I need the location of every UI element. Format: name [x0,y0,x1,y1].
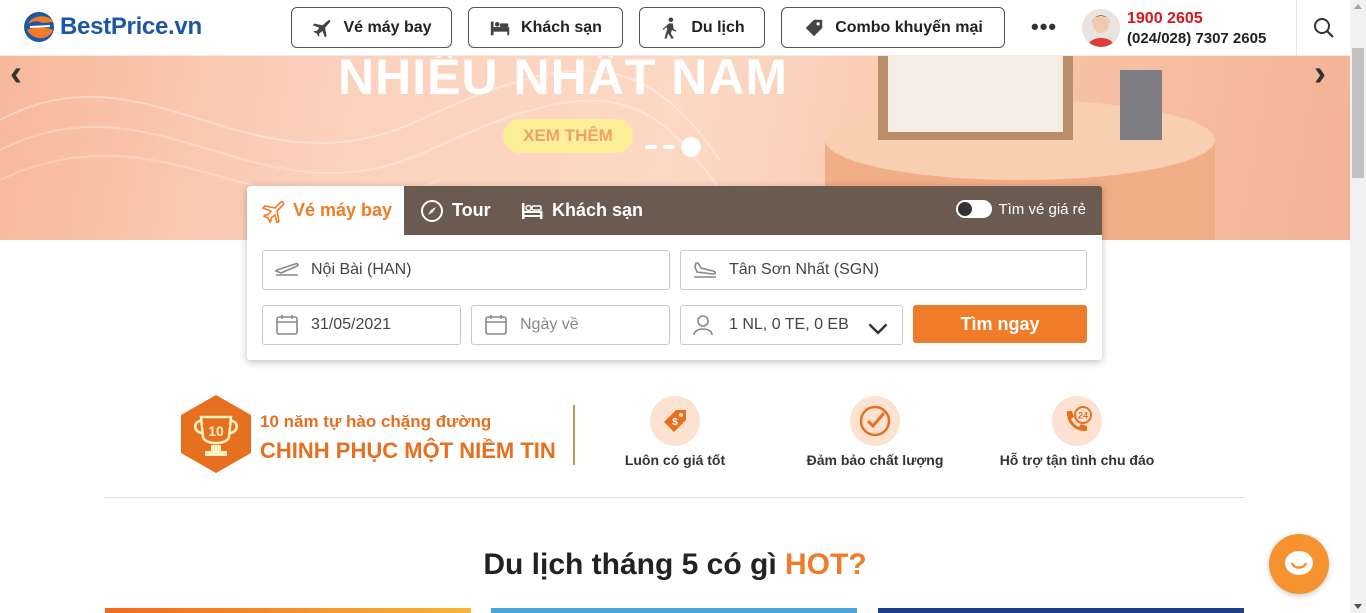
search-submit-button[interactable]: Tìm ngay [913,305,1087,343]
svg-text:24: 24 [1078,411,1088,421]
nav-flights-label: Vé máy bay [343,18,432,36]
section-title: Du lịch tháng 5 có gì HOT? [0,548,1350,582]
banner-prev-arrow[interactable]: ‹ [10,52,22,94]
support-avatar [1082,9,1120,47]
passengers-select[interactable]: 1 NL, 0 TE, 0 EB [680,305,903,345]
section-divider [105,497,1245,498]
landing-icon [694,262,717,278]
depart-date-value: 31/05/2021 [311,316,392,333]
nav-tours-button[interactable]: Du lịch [639,7,765,48]
tab-flights[interactable]: Vé máy bay [247,186,404,235]
banner-dot-active[interactable] [681,137,701,157]
chat-icon [1285,551,1313,575]
site-header: BestPrice.vn Vé máy bay Khách sạn Du lịc… [0,0,1350,56]
bed-icon [522,202,543,219]
check-circle-icon [859,405,891,437]
banner-dot[interactable] [645,145,657,149]
pride-line-2: CHINH PHỤC MỘT NIỀM TIN [260,438,556,463]
compass-icon [421,199,443,222]
tab-hotels-label: Khách sạn [552,200,644,220]
scroll-up-arrow-icon[interactable] [1354,4,1362,9]
logo-text: BestPrice.vn [60,13,202,41]
calendar-icon [276,315,298,335]
nav-flights-button[interactable]: Vé máy bay [291,7,452,48]
person-icon [693,315,713,336]
banner-cta-button[interactable]: XEM THÊM [503,119,633,153]
banner-next-arrow[interactable]: › [1314,52,1326,94]
feature-icon-wrap: $ [650,396,700,446]
feature-label: Đảm bảo chất lượng [806,452,944,468]
logo[interactable]: BestPrice.vn [22,10,202,44]
search-widget: Vé máy bay Tour Khách sạn Tìm vé giá rẻ … [247,186,1102,360]
nav-combo-button[interactable]: Combo khuyến mại [781,7,1005,48]
calendar-icon [485,315,507,335]
tab-hotels[interactable]: Khách sạn [520,186,643,235]
from-airport-field[interactable]: Nội Bài (HAN) [262,250,670,290]
nav-hotels-button[interactable]: Khách sạn [468,7,623,48]
to-airport-value: Tân Sơn Nhất (SGN) [729,261,880,278]
feature-best-price: $ Luôn có giá tốt [585,396,765,468]
feature-label: Hỗ trợ tận tình chu đáo [999,452,1155,468]
tab-tour[interactable]: Tour [420,186,491,235]
page: ‹ NHIỀU NHẤT NĂM XEM THÊM › BestPrice.vn… [0,0,1366,613]
tab-tour-label: Tour [452,200,491,220]
price-tag-icon: $ [664,410,686,432]
plane-icon [313,19,331,38]
return-date-field[interactable]: Ngày về [471,305,670,345]
page-scrollbar[interactable] [1350,0,1366,613]
tag-icon [805,19,823,36]
banner-headline: NHIỀU NHẤT NĂM [338,49,789,105]
badge-number: 10 [208,423,224,439]
from-airport-value: Nội Bài (HAN) [311,261,412,278]
feature-icon-wrap: 24 [1052,396,1102,446]
tab-flights-label: Vé máy bay [293,200,393,220]
cheap-fare-label: Tìm vé giá rẻ [998,200,1086,218]
hotline-primary[interactable]: 1900 2605 [1127,10,1203,28]
support-agent-icon [1082,9,1120,47]
section-title-highlight: HOT? [785,548,867,581]
tour-card[interactable] [491,608,857,613]
support-24-icon: 24 [1066,406,1092,432]
tour-card[interactable] [878,608,1244,613]
bed-icon [490,21,510,35]
cheap-fare-switch[interactable] [956,200,993,218]
chat-button[interactable] [1269,534,1329,594]
banner-dot[interactable] [663,145,675,149]
nav-hotels-label: Khách sạn [521,18,602,36]
section-title-text: Du lịch tháng 5 có gì [483,548,786,581]
nav-tours-label: Du lịch [691,18,745,36]
feature-label: Luôn có giá tốt [624,452,726,468]
header-search-button[interactable] [1296,0,1350,56]
ten-years-badge-icon: 10 [181,395,251,473]
to-airport-field[interactable]: Tân Sơn Nhất (SGN) [680,250,1087,290]
depart-date-field[interactable]: 31/05/2021 [262,305,461,345]
pride-line-1: 10 năm tự hào chặng đường [260,412,492,431]
takeoff-icon [274,262,299,276]
walker-icon [662,16,677,39]
scroll-thumb[interactable] [1352,48,1364,178]
more-menu-button[interactable]: ••• [1031,14,1057,40]
plane-icon [261,200,285,223]
feature-support: 24 Hỗ trợ tận tình chu đáo [987,396,1167,468]
return-date-placeholder: Ngày về [520,316,579,333]
svg-text:$: $ [672,417,678,428]
divider [573,405,575,465]
logo-suffix: .vn [168,13,202,40]
logo-name: BestPrice [60,13,169,40]
feature-quality: Đảm bảo chất lượng [785,396,965,468]
search-icon [1313,18,1334,38]
tour-card[interactable] [105,608,471,613]
hotline-secondary[interactable]: (024/028) 7307 2605 [1127,30,1266,47]
scroll-down-arrow-icon[interactable] [1354,604,1362,609]
feature-icon-wrap [850,396,900,446]
passengers-value: 1 NL, 0 TE, 0 EB [729,316,849,333]
chevron-down-icon [868,323,888,335]
banner-pagination [645,137,701,157]
search-tabs: Vé máy bay Tour Khách sạn Tìm vé giá rẻ [247,186,1102,235]
logo-icon [24,12,54,42]
nav-combo-label: Combo khuyến mại [835,18,983,36]
cheap-fare-toggle[interactable]: Tìm vé giá rẻ [956,200,1086,218]
